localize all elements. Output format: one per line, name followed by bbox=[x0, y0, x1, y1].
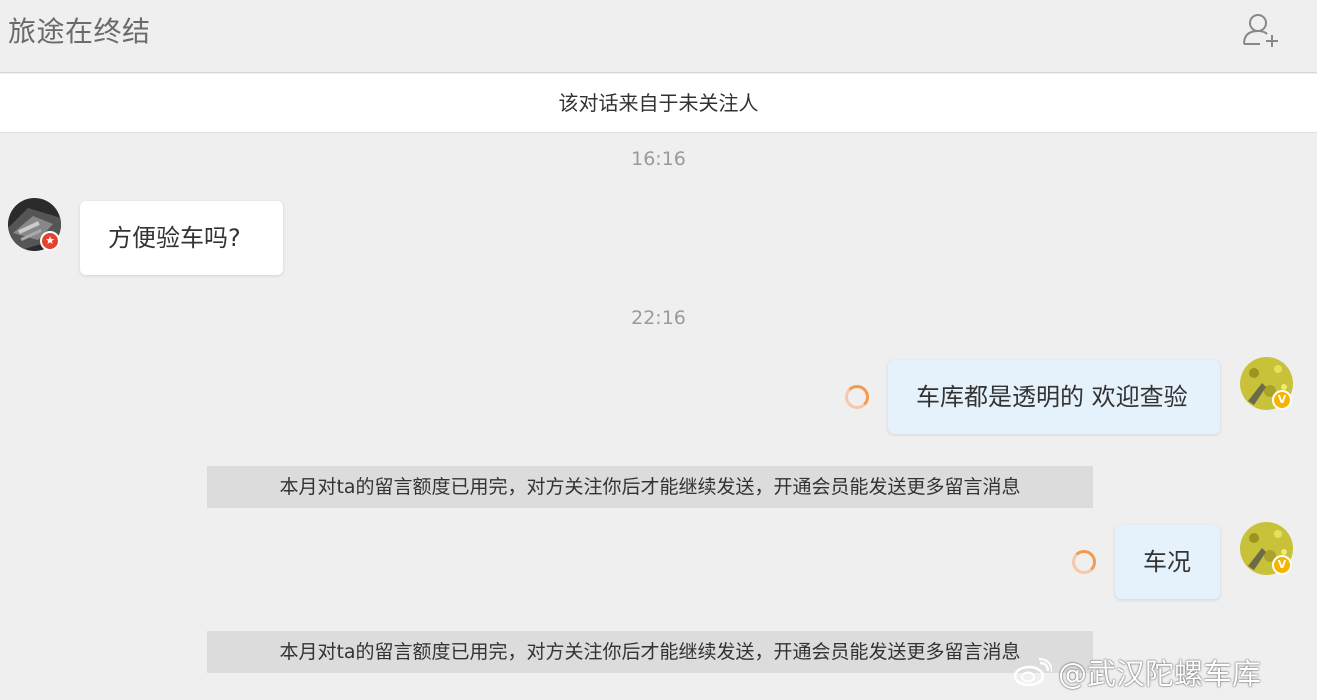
outgoing-message-bubble[interactable]: 车库都是透明的 欢迎查验 bbox=[888, 360, 1220, 434]
incoming-message-bubble[interactable]: 方便验车吗? bbox=[80, 201, 283, 275]
timestamp: 16:16 bbox=[631, 148, 686, 170]
sending-spinner-icon bbox=[845, 385, 869, 409]
watermark: @武汉陀螺车库 bbox=[1012, 652, 1261, 692]
sending-spinner-icon bbox=[1072, 550, 1096, 574]
verified-badge-icon: ★ bbox=[40, 231, 60, 251]
add-user-icon bbox=[1243, 14, 1278, 47]
stranger-notice: 该对话来自于未关注人 bbox=[0, 74, 1317, 133]
chat-header: 旅途在终结 bbox=[0, 0, 1317, 73]
verified-badge-icon: V bbox=[1272, 390, 1292, 410]
timestamp: 22:16 bbox=[631, 307, 686, 329]
verified-badge-icon: V bbox=[1272, 555, 1292, 575]
weibo-logo-icon bbox=[1013, 658, 1052, 687]
watermark-text: @武汉陀螺车库 bbox=[1058, 657, 1262, 691]
add-user-button[interactable] bbox=[1240, 10, 1286, 50]
outgoing-message-bubble[interactable]: 车况 bbox=[1115, 525, 1220, 599]
chat-title: 旅途在终结 bbox=[8, 15, 151, 48]
system-message: 本月对ta的留言额度已用完，对方关注你后才能继续发送，开通会员能发送更多留言消息 bbox=[207, 631, 1093, 673]
system-message: 本月对ta的留言额度已用完，对方关注你后才能继续发送，开通会员能发送更多留言消息 bbox=[207, 466, 1093, 508]
